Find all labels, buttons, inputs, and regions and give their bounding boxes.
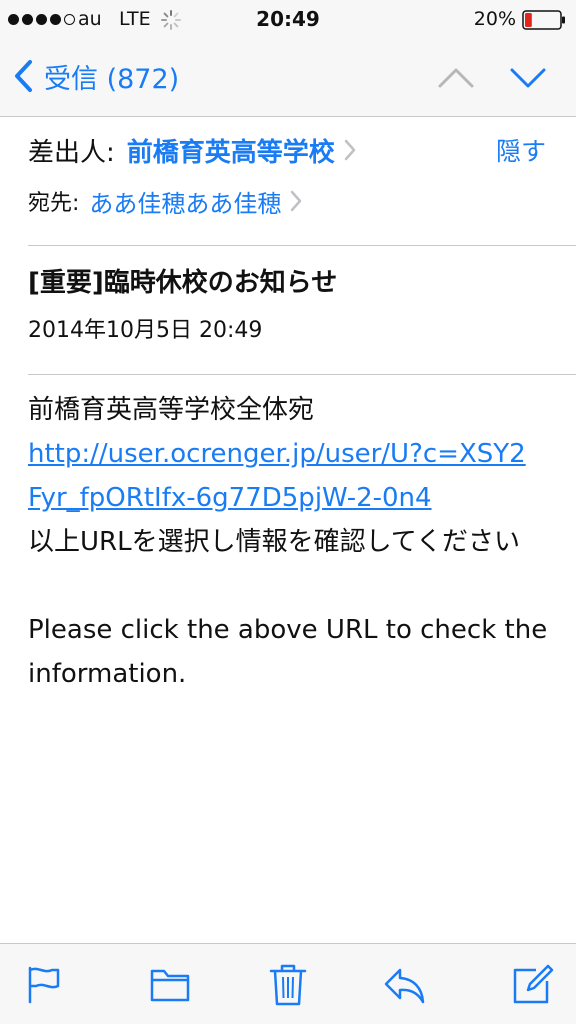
flag-button[interactable] xyxy=(22,962,66,1006)
subject-divider xyxy=(28,374,576,375)
recipient-row[interactable]: 宛先: ああ佳穂ああ佳穂 xyxy=(28,182,303,220)
battery-percent: 20% xyxy=(473,8,516,30)
sender-name[interactable]: 前橋育英高等学校 xyxy=(127,132,335,169)
to-label: 宛先: xyxy=(28,191,80,216)
message-date: 2014年10月5日 20:49 xyxy=(28,318,263,343)
battery-icon xyxy=(522,10,565,30)
from-label: 差出人: xyxy=(28,137,115,168)
reply-button[interactable] xyxy=(382,962,426,1006)
body-link[interactable]: http://user.ocrenger.jp/user/U?c=XSY2Fyr… xyxy=(28,432,538,520)
back-label: 受信 (872) xyxy=(44,63,180,95)
folder-icon xyxy=(150,969,190,1002)
compose-icon xyxy=(513,964,554,1004)
body-recipient-line: 前橋育英高等学校全体宛 xyxy=(28,395,315,425)
sender-row[interactable]: 差出人: 前橋育英高等学校 xyxy=(28,130,357,170)
message-subject: [重要]臨時休校のお知らせ xyxy=(28,268,338,298)
header-divider xyxy=(28,245,576,246)
chevron-left-icon xyxy=(15,60,32,92)
flag-icon xyxy=(28,966,60,1004)
status-bar: au LTE 20:49 20% xyxy=(0,0,576,40)
delete-button[interactable] xyxy=(266,962,310,1006)
body-instruction-jp: 以上URLを選択し情報を確認してください xyxy=(28,527,521,557)
chevron-up-icon[interactable] xyxy=(436,62,476,92)
body-instruction-en: Please click the above URL to check the … xyxy=(28,615,548,689)
navigation-bar: 受信 (872) xyxy=(0,40,576,117)
compose-button[interactable] xyxy=(510,962,554,1006)
chevron-right-icon xyxy=(344,139,356,161)
reply-icon xyxy=(384,968,425,1004)
message-body: 前橋育英高等学校全体宛 http://user.ocrenger.jp/user… xyxy=(28,388,558,696)
chevron-down-icon[interactable] xyxy=(508,62,548,92)
back-to-inbox-button[interactable]: 受信 (872) xyxy=(10,54,179,98)
recipient-name[interactable]: ああ佳穂ああ佳穂 xyxy=(89,184,281,219)
hide-details-button[interactable]: 隠す xyxy=(496,132,546,168)
move-to-folder-button[interactable] xyxy=(148,962,192,1006)
bottom-toolbar xyxy=(0,943,576,1024)
mail-screen: au LTE 20:49 20% 受信 (872) 差出人: 前橋育英高等学校 … xyxy=(0,0,576,1024)
trash-icon xyxy=(269,964,307,1006)
chevron-right-icon xyxy=(291,190,302,212)
